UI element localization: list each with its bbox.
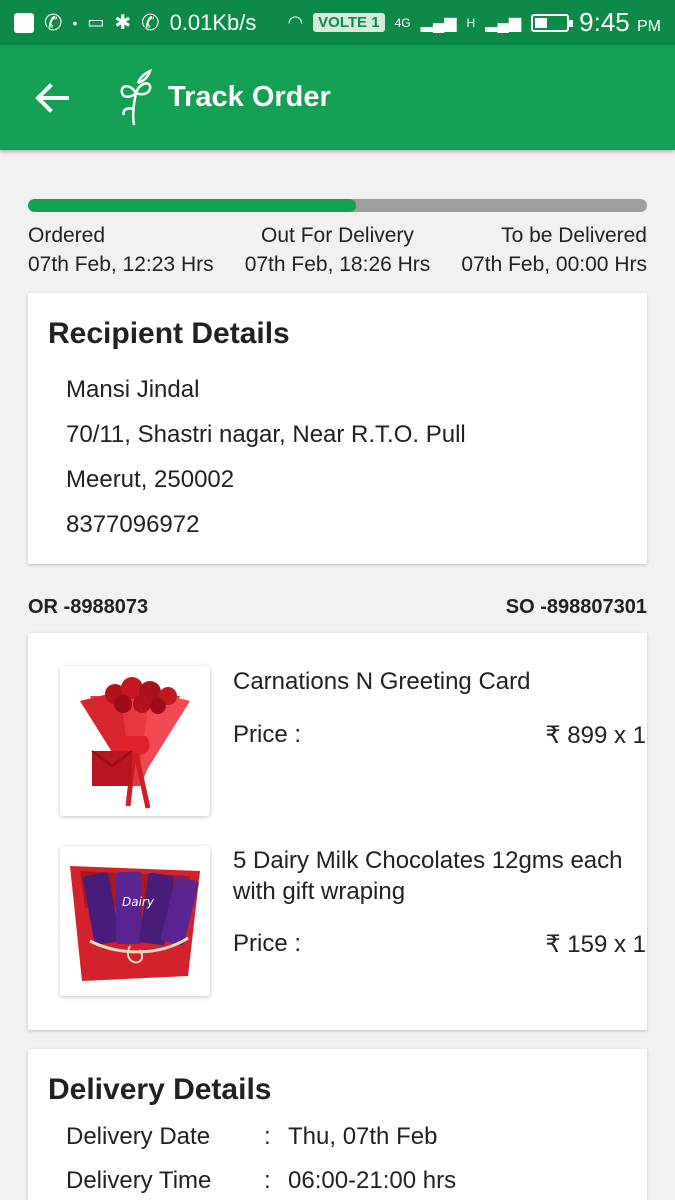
step-to-be-delivered: To be Delivered 07th Feb, 00:00 Hrs (461, 224, 647, 277)
delivery-date-row: Delivery Date : Thu, 07th Feb (48, 1121, 627, 1153)
item-price: ₹ 159 x 1 (545, 931, 646, 958)
order-ids: OR -8988073 SO -898807301 (28, 596, 647, 619)
delivery-date-value: Thu, 07th Feb (288, 1123, 438, 1150)
delivery-heading: Delivery Details (48, 1073, 272, 1106)
status-right: ◠ VOLTE 1 4G ▂▄▆ H ▂▄▆ 9:45 PM (287, 7, 661, 38)
items-card: Carnations N Greeting Card Price : ₹ 899… (28, 633, 647, 1030)
step-out-for-delivery: Out For Delivery 07th Feb, 18:26 Hrs (245, 224, 431, 277)
status-bar: ✆ • ▭ ✱ ✆ 0.01Kb/s ◠ VOLTE 1 4G ▂▄▆ H ▂▄… (0, 0, 675, 45)
bluetooth-icon: ✱ (114, 12, 132, 34)
back-button[interactable] (22, 68, 82, 128)
item-price-label: Price : (233, 930, 302, 957)
status-left: ✆ • ▭ ✱ ✆ 0.01Kb/s (14, 10, 256, 36)
wifi-icon: ◠ (287, 12, 304, 32)
step-label: To be Delivered (501, 224, 647, 247)
separator: : (264, 1167, 271, 1194)
battery-icon (531, 13, 574, 32)
list-item[interactable]: Dairy 5 Dairy Milk Chocolates 12gms each… (60, 846, 646, 996)
step-time: 07th Feb, 12:23 Hrs (28, 253, 214, 276)
item-price-label: Price : (233, 721, 302, 748)
dot-icon: • (72, 14, 78, 31)
recipient-city: Meerut, 250002 (66, 466, 235, 493)
list-item[interactable]: Carnations N Greeting Card Price : ₹ 899… (60, 666, 646, 816)
recipient-lines: Mansi Jindal 70/11, Shastri nagar, Near … (48, 367, 627, 547)
recipient-heading: Recipient Details (48, 317, 290, 350)
clock: 9:45 PM (579, 7, 661, 37)
item-name: Carnations N Greeting Card (233, 668, 531, 695)
recipient-address: 70/11, Shastri nagar, Near R.T.O. Pull (66, 421, 466, 448)
page-title: Track Order (168, 81, 331, 113)
product-image-chocolates: Dairy (60, 846, 210, 996)
item-name: 5 Dairy Milk Chocolates 12gms each with … (233, 847, 623, 905)
flower-logo-icon (110, 68, 158, 128)
product-image-bouquet (60, 666, 210, 816)
or-number: OR -8988073 (28, 596, 149, 618)
delivery-time-label: Delivery Time (66, 1167, 212, 1194)
data-speed: 0.01Kb/s (169, 9, 257, 35)
app-bar: Track Order (0, 45, 675, 150)
call-forward-icon: ✆ (141, 9, 160, 35)
recipient-name: Mansi Jindal (66, 376, 200, 403)
order-progress-bar (28, 199, 647, 212)
nfc-icon: ▭ (87, 12, 105, 32)
separator: : (264, 1123, 271, 1150)
step-label: Out For Delivery (261, 224, 414, 247)
delivery-date-label: Delivery Date (66, 1123, 211, 1150)
delivery-time-value: 06:00-21:00 hrs (288, 1167, 457, 1194)
network-type-1: 4G (394, 15, 411, 30)
recipient-card: Recipient Details Mansi Jindal 70/11, Sh… (28, 293, 647, 564)
step-ordered: Ordered 07th Feb, 12:23 Hrs (28, 224, 214, 277)
step-time: 07th Feb, 00:00 Hrs (461, 253, 647, 276)
signal-2-icon: ▂▄▆ (485, 14, 522, 32)
item-price: ₹ 899 x 1 (545, 722, 646, 749)
phone-icon: ✆ (44, 9, 63, 35)
signal-1-icon: ▂▄▆ (420, 14, 457, 32)
delivery-card: Delivery Details Delivery Date : Thu, 07… (28, 1049, 647, 1200)
step-time: 07th Feb, 18:26 Hrs (244, 253, 431, 276)
progress-steps: Ordered 07th Feb, 12:23 Hrs Out For Deli… (28, 224, 647, 277)
notification-icon (14, 12, 34, 33)
delivery-time-row: Delivery Time : 06:00-21:00 hrs (48, 1165, 627, 1197)
progress-fill (28, 199, 357, 212)
svg-text:Dairy: Dairy (122, 895, 155, 909)
network-type-2: H (466, 15, 476, 30)
recipient-phone: 8377096972 (66, 511, 200, 538)
so-number: SO -898807301 (505, 596, 647, 618)
volte-badge: VOLTE 1 (313, 13, 385, 32)
step-label: Ordered (28, 224, 106, 247)
arrow-left-icon (35, 82, 69, 113)
